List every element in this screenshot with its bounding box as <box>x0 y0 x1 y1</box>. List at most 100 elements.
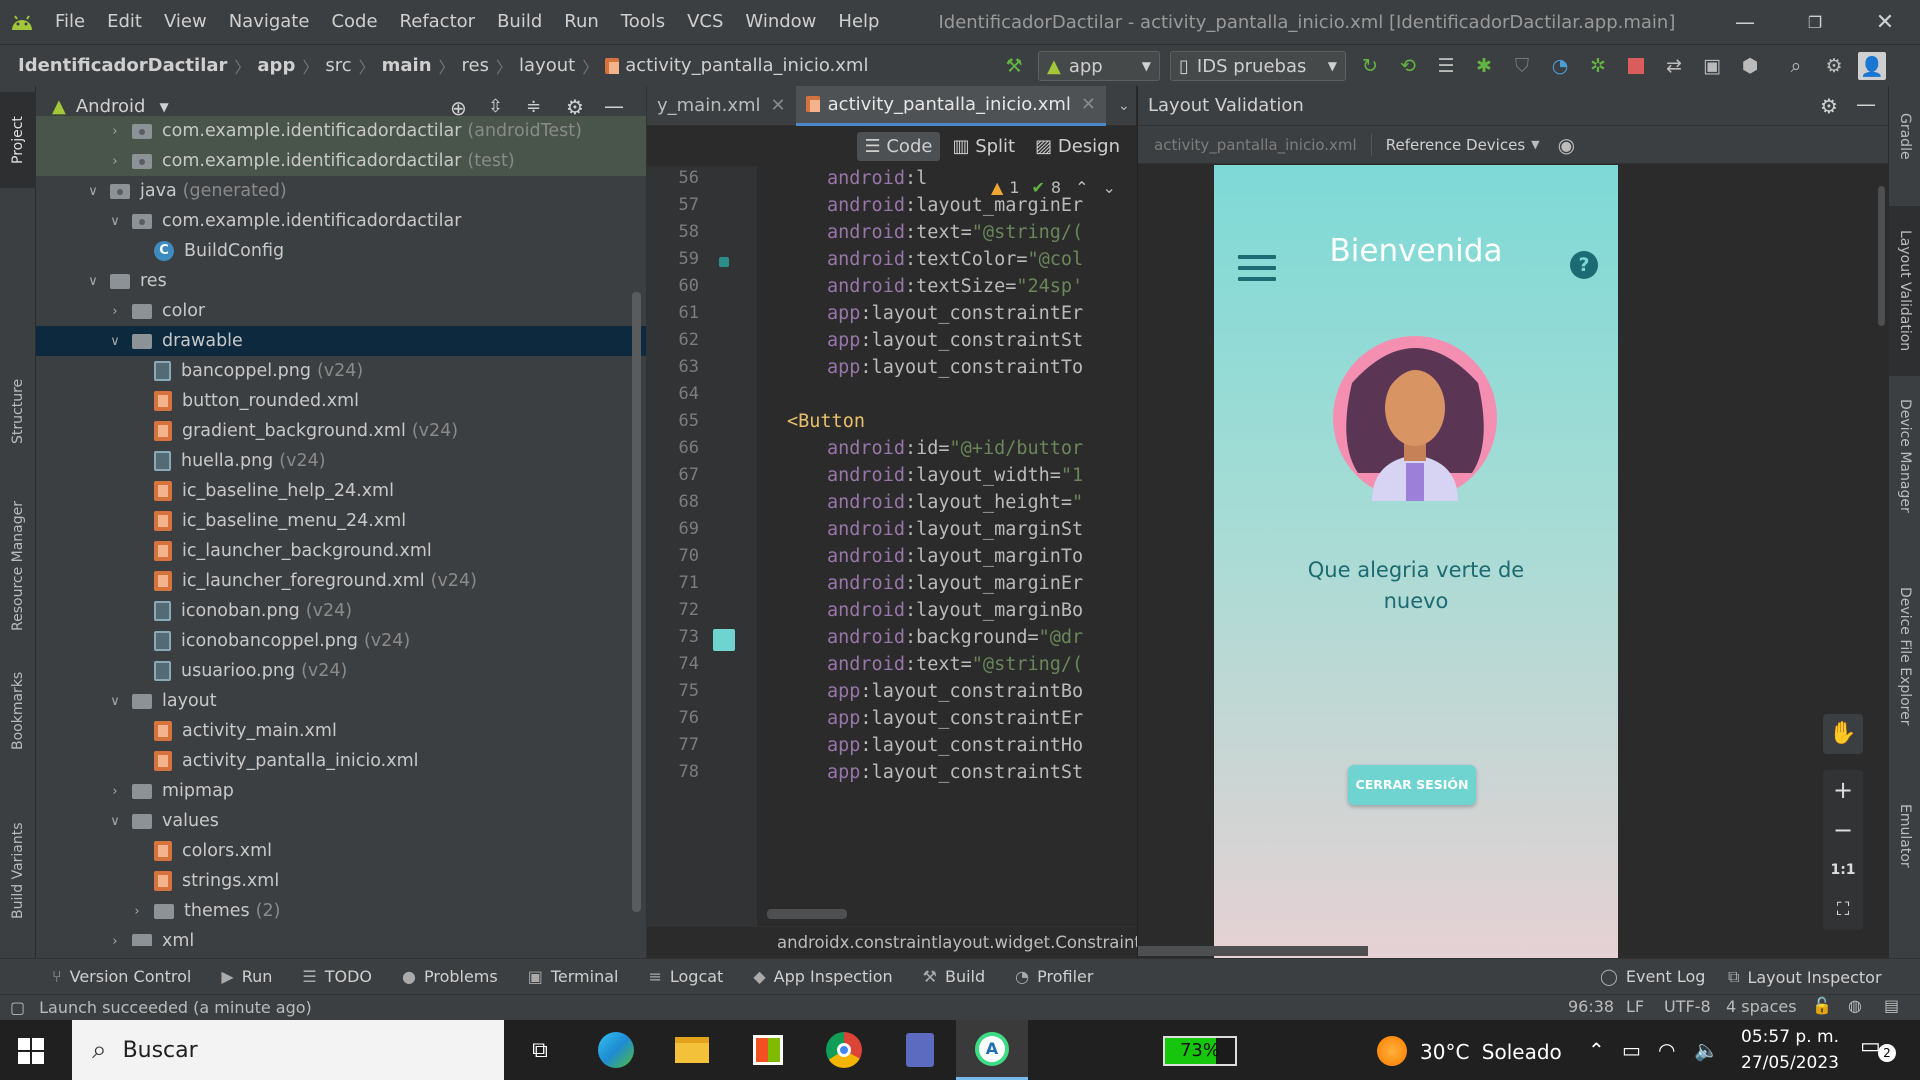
tool-tab-device-file-explorer[interactable]: Device File Explorer <box>1889 556 1920 756</box>
menu-help[interactable]: Help <box>827 0 890 44</box>
tree-item[interactable]: ∨ java (generated) <box>36 176 646 206</box>
menu-file[interactable]: File <box>44 0 96 44</box>
tree-item[interactable]: huella.png (v24) <box>36 446 646 476</box>
menu-run[interactable]: Run <box>553 0 610 44</box>
help-icon[interactable]: ? <box>1570 251 1598 279</box>
tab-activity-pantalla-inicio[interactable]: activity_pantalla_inicio.xml ✕ <box>795 85 1106 126</box>
tree-item[interactable]: ic_baseline_help_24.xml <box>36 476 646 506</box>
indent-setting[interactable]: 4 spaces <box>1726 997 1797 1016</box>
hide-panel-icon[interactable]: — <box>1856 92 1876 116</box>
tool-app-inspection[interactable]: ◆ App Inspection <box>753 967 892 986</box>
chevron-down-icon[interactable]: ∨ <box>106 334 124 349</box>
tool-terminal[interactable]: ▣ Terminal <box>528 967 619 986</box>
zoom-in-icon[interactable]: + <box>1823 770 1863 810</box>
tree-item[interactable]: activity_main.xml <box>36 716 646 746</box>
chevron-right-icon[interactable]: › <box>106 784 124 799</box>
taskbar-search[interactable]: ⌕ Buscar <box>72 1020 504 1080</box>
tree-item[interactable]: ic_launcher_foreground.xml (v24) <box>36 566 646 596</box>
windows-start-icon[interactable] <box>16 1036 46 1066</box>
menu-tools[interactable]: Tools <box>610 0 676 44</box>
device-select[interactable]: ▯ IDS pruebas ▼ <box>1170 51 1346 81</box>
tree-item[interactable]: bancoppel.png (v24) <box>36 356 646 386</box>
tool-profiler[interactable]: ◔ Profiler <box>1015 967 1093 986</box>
tree-item[interactable]: iconoban.png (v24) <box>36 596 646 626</box>
tree-item[interactable]: iconobancoppel.png (v24) <box>36 626 646 656</box>
chevron-right-icon[interactable]: › <box>106 154 124 169</box>
tab-activity-main[interactable]: y_main.xml ✕ <box>647 86 796 126</box>
tree-item[interactable]: ic_launcher_background.xml <box>36 536 646 566</box>
tree-item[interactable]: activity_pantalla_inicio.xml <box>36 746 646 776</box>
tree-item[interactable]: usuarioo.png (v24) <box>36 656 646 686</box>
tool-run[interactable]: ▶ Run <box>221 967 272 986</box>
tool-tab-emulator[interactable]: Emulator <box>1889 786 1920 886</box>
editor-breadcrumb[interactable]: androidx.constraintlayout.widget.Constra… <box>647 926 1137 958</box>
battery-indicator[interactable]: 73% <box>1163 1036 1237 1066</box>
tree-item[interactable]: ∨ res <box>36 266 646 296</box>
eye-icon[interactable]: ◉ <box>1558 133 1575 157</box>
line-separator[interactable]: LF <box>1626 997 1644 1016</box>
tool-tab-structure[interactable]: Structure <box>0 356 36 466</box>
status-message[interactable]: Launch succeeded (a minute ago) <box>39 998 312 1017</box>
tree-item[interactable]: › xml <box>36 926 646 946</box>
chevron-right-icon[interactable]: › <box>106 304 124 319</box>
pan-hand-icon[interactable]: ✋ <box>1823 714 1863 754</box>
notification-center-icon[interactable]: ▭ 2 <box>1860 1034 1896 1066</box>
restore-icon[interactable]: ❐ <box>1780 0 1850 44</box>
tree-item[interactable]: ∨ values <box>36 806 646 836</box>
expand-all-icon[interactable]: ⇳ <box>488 96 503 117</box>
wifi-icon[interactable]: ◠ <box>1658 1038 1675 1062</box>
tree-item[interactable]: › themes (2) <box>36 896 646 926</box>
hide-panel-icon[interactable]: — <box>604 94 624 118</box>
chevron-down-icon[interactable]: ∨ <box>84 274 102 289</box>
tool-tab-project[interactable]: Project <box>0 92 36 188</box>
zoom-actual-size-button[interactable]: 1:1 <box>1823 850 1863 890</box>
apply-changes-restart-icon[interactable]: ↻ <box>1356 52 1384 80</box>
menu-vcs[interactable]: VCS <box>676 0 734 44</box>
zoom-out-icon[interactable]: − <box>1823 810 1863 850</box>
menu-edit[interactable]: Edit <box>96 0 153 44</box>
tree-item[interactable]: ∨ drawable <box>36 326 646 356</box>
tree-item[interactable]: gradient_background.xml (v24) <box>36 416 646 446</box>
minimize-icon[interactable]: — <box>1710 0 1780 44</box>
task-view-icon[interactable]: ⧉ <box>508 1020 572 1080</box>
menu-refactor[interactable]: Refactor <box>389 0 487 44</box>
profile-icon[interactable]: ◔ <box>1546 52 1574 80</box>
tree-item[interactable]: › color <box>36 296 646 326</box>
chevron-up-icon[interactable]: ⌃ <box>1075 178 1088 197</box>
edge-icon[interactable] <box>584 1020 648 1080</box>
stop-icon[interactable] <box>1622 52 1650 80</box>
tool-logcat[interactable]: ≡ Logcat <box>648 967 723 986</box>
device-manager-icon[interactable]: ▣ <box>1698 52 1726 80</box>
tool-tab-build-variants[interactable]: Build Variants <box>0 806 36 936</box>
debug-icon[interactable]: ✱ <box>1470 52 1498 80</box>
breadcrumb-layout[interactable]: layout <box>519 55 575 76</box>
close-icon[interactable]: ✕ <box>771 95 786 116</box>
tree-item[interactable]: ic_baseline_menu_24.xml <box>36 506 646 536</box>
chrome-icon[interactable] <box>812 1020 876 1080</box>
gear-icon[interactable]: ⚙ <box>1820 94 1838 118</box>
horizontal-scrollbar[interactable] <box>767 909 847 919</box>
preview-scrollbar[interactable] <box>1878 186 1885 326</box>
menu-window[interactable]: Window <box>734 0 827 44</box>
menu-build[interactable]: Build <box>486 0 553 44</box>
lock-icon[interactable]: 🔓 <box>1812 996 1832 1015</box>
tool-event-log[interactable]: ◯ Event Log <box>1600 967 1705 986</box>
volume-icon[interactable]: 🔈 <box>1694 1038 1719 1062</box>
close-icon[interactable]: ✕ <box>1081 94 1096 115</box>
chevron-down-icon[interactable]: ▼ <box>1531 138 1539 151</box>
logout-button[interactable]: CERRAR SESIÓN <box>1348 765 1476 805</box>
menu-navigate[interactable]: Navigate <box>218 0 321 44</box>
apply-code-changes-icon[interactable]: ⟲ <box>1394 52 1422 80</box>
tree-item[interactable]: ∨ com.example.identificadordactilar <box>36 206 646 236</box>
chevron-down-icon[interactable]: ∨ <box>106 814 124 829</box>
power-icon[interactable]: ▭ <box>1622 1038 1641 1062</box>
tree-item[interactable]: › mipmap <box>36 776 646 806</box>
mode-split[interactable]: ▥ Split <box>944 132 1023 161</box>
notifications-icon[interactable]: ▤ <box>1884 996 1899 1015</box>
run-config-select[interactable]: ▲ app ▼ <box>1038 51 1160 81</box>
tool-tab-bookmarks[interactable]: Bookmarks <box>0 656 36 766</box>
android-studio-task-icon[interactable]: A <box>956 1020 1028 1080</box>
chevron-down-icon[interactable]: ∨ <box>84 184 102 199</box>
tool-build[interactable]: ⚒ Build <box>923 967 986 986</box>
caret-position[interactable]: 96:38 <box>1568 997 1614 1016</box>
